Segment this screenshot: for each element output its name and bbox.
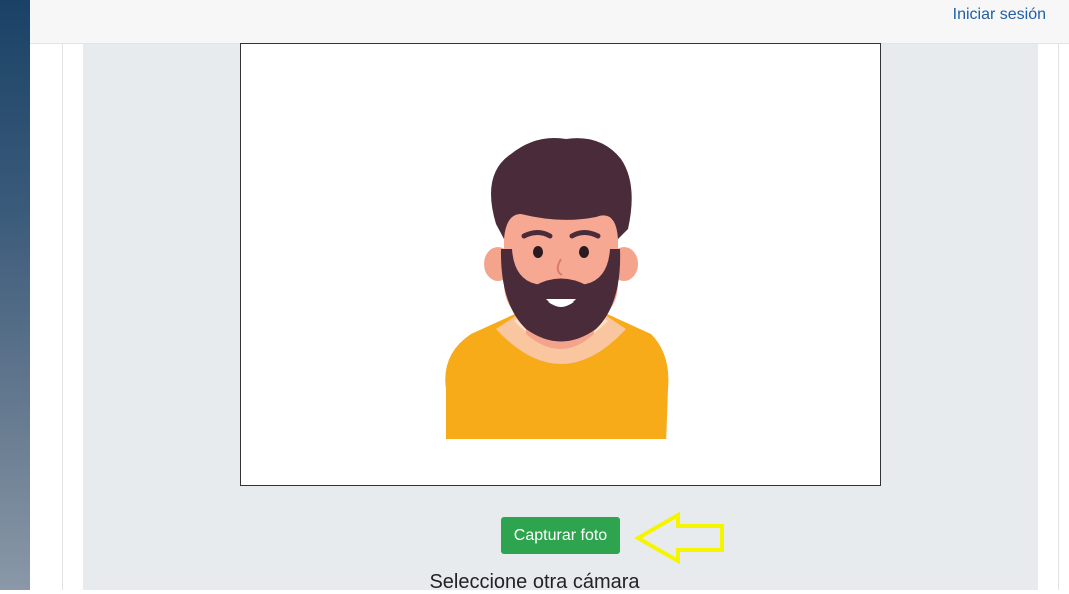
avatar-icon [445, 138, 669, 439]
camera-preview [240, 43, 881, 486]
left-arrow-outline-icon [634, 512, 724, 564]
divider [1058, 44, 1059, 590]
top-bar: Iniciar sesión [30, 0, 1069, 44]
capture-photo-button[interactable]: Capturar foto [501, 517, 620, 554]
select-camera-label: Seleccione otra cámara [429, 571, 640, 593]
login-link[interactable]: Iniciar sesión [953, 6, 1046, 24]
divider [62, 44, 63, 590]
left-sidebar-strip [0, 0, 30, 590]
